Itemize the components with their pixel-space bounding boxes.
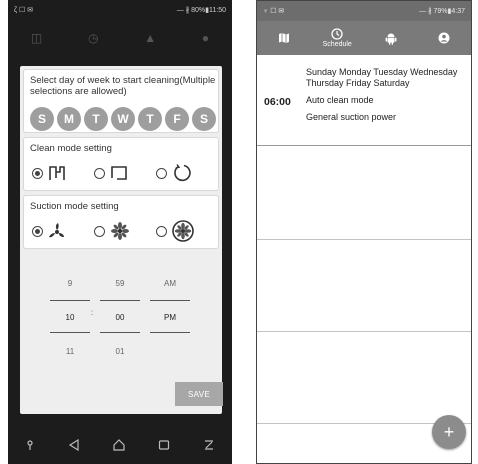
status-battery-time: — ∦ 79%▮4:37 bbox=[419, 8, 465, 15]
clean-mode-section: Clean mode setting bbox=[24, 138, 218, 190]
clean-mode-title: Clean mode setting bbox=[30, 143, 112, 154]
picker-divider bbox=[100, 332, 140, 333]
day-selector: S M T W T F S bbox=[30, 107, 216, 131]
status-notification-icons: ζ ☐ ✉ bbox=[14, 7, 34, 14]
suction-option-low[interactable] bbox=[32, 220, 94, 242]
day-section: Select day of week to start cleaning(Mul… bbox=[24, 70, 218, 132]
status-bar: ζ ☐ ✉ — ∦ 80%▮11:50 bbox=[8, 0, 232, 20]
picker-divider bbox=[150, 332, 190, 333]
account-icon bbox=[438, 32, 450, 44]
circle-arrow-icon bbox=[174, 164, 191, 182]
day-button-wednesday[interactable]: W bbox=[111, 107, 135, 131]
ampm-prev: AM bbox=[164, 278, 176, 288]
list-divider bbox=[257, 239, 471, 240]
minute-selected[interactable]: 00 bbox=[100, 300, 140, 334]
radio-selected[interactable] bbox=[32, 225, 43, 237]
map-icon: ◫ bbox=[30, 31, 43, 45]
home-icon[interactable] bbox=[113, 438, 125, 451]
clean-mode-option-circle[interactable] bbox=[156, 162, 218, 184]
tab-schedule-label: Schedule bbox=[322, 41, 352, 48]
app-tab-bar: Schedule bbox=[257, 21, 471, 55]
time-separator: : bbox=[91, 308, 94, 317]
status-battery-time: — ∦ 80%▮11:50 bbox=[176, 7, 226, 14]
day-button-tuesday[interactable]: T bbox=[84, 107, 108, 131]
minute-prev: 59 bbox=[115, 278, 125, 288]
android-nav-bar bbox=[8, 425, 232, 464]
add-schedule-button[interactable]: + bbox=[432, 415, 466, 449]
day-button-saturday[interactable]: S bbox=[192, 107, 216, 131]
schedule-clean-mode: Auto clean mode bbox=[306, 95, 374, 105]
schedule-days: Sunday Monday Tuesday Wednesday Thursday… bbox=[306, 67, 458, 88]
schedule-icon bbox=[331, 28, 343, 40]
day-section-title: Select day of week to start cleaning(Mul… bbox=[30, 75, 216, 97]
hour-wheel[interactable]: 9 10 11 bbox=[50, 266, 90, 368]
robot-icon bbox=[385, 33, 397, 45]
minute-next: 01 bbox=[115, 346, 125, 356]
hour-prev: 9 bbox=[67, 278, 73, 288]
picker-divider bbox=[100, 300, 140, 301]
day-button-monday[interactable]: M bbox=[57, 107, 81, 131]
suction-option-high[interactable] bbox=[156, 220, 218, 242]
tab-account[interactable] bbox=[419, 21, 469, 55]
time-picker[interactable]: 9 10 11 : 59 00 01 AM PM bbox=[50, 266, 200, 366]
picker-divider bbox=[50, 332, 90, 333]
hour-selected[interactable]: 10 bbox=[50, 300, 90, 334]
status-bar: ♀ ☐ ✉ — ∦ 79%▮4:37 bbox=[257, 1, 471, 21]
day-button-sunday[interactable]: S bbox=[30, 107, 54, 131]
back-icon[interactable] bbox=[68, 438, 80, 451]
day-button-friday[interactable]: F bbox=[165, 107, 189, 131]
mic-icon[interactable] bbox=[25, 439, 35, 451]
clean-mode-option-auto[interactable] bbox=[32, 162, 94, 184]
menu-icon[interactable] bbox=[203, 439, 215, 451]
schedule-time: 06:00 bbox=[264, 96, 291, 108]
list-divider bbox=[257, 331, 471, 332]
tab-robot[interactable] bbox=[366, 21, 416, 55]
account-icon: ● bbox=[201, 31, 210, 45]
suction-mode-title: Suction mode setting bbox=[30, 201, 119, 212]
schedule-details: Sunday Monday Tuesday Wednesday Thursday… bbox=[306, 67, 466, 123]
suction-mode-options bbox=[32, 220, 218, 242]
save-button[interactable]: SAVE bbox=[175, 382, 223, 406]
auto-path-icon bbox=[49, 166, 65, 180]
suction-mode-section: Suction mode setting bbox=[24, 196, 218, 248]
schedule-suction-power: General suction power bbox=[306, 112, 397, 122]
clean-mode-option-spot[interactable] bbox=[94, 162, 156, 184]
robot-icon: ▲ bbox=[144, 31, 157, 45]
radio-unselected[interactable] bbox=[94, 167, 105, 179]
clean-mode-options bbox=[32, 162, 218, 184]
suction-option-medium[interactable] bbox=[94, 220, 156, 242]
radio-selected[interactable] bbox=[32, 167, 43, 179]
fan-low-icon bbox=[49, 223, 64, 238]
radio-unselected[interactable] bbox=[94, 225, 105, 237]
ampm-wheel[interactable]: AM PM bbox=[150, 266, 190, 368]
schedule-dialog: Select day of week to start cleaning(Mul… bbox=[20, 66, 223, 414]
radio-unselected[interactable] bbox=[156, 167, 167, 179]
status-notification-icons: ♀ ☐ ✉ bbox=[263, 8, 285, 15]
schedule-icon: ◷ bbox=[87, 31, 99, 45]
schedule-entry[interactable]: 06:00 Sunday Monday Tuesday Wednesday Th… bbox=[257, 58, 471, 146]
map-icon bbox=[278, 33, 289, 43]
radio-unselected[interactable] bbox=[156, 225, 167, 237]
ampm-next bbox=[150, 334, 190, 368]
tab-schedule[interactable]: Schedule bbox=[312, 21, 362, 55]
left-phone-screen: ζ ☐ ✉ — ∦ 80%▮11:50 ◫ ◷ ▲ ● Select day o… bbox=[8, 0, 232, 464]
picker-divider bbox=[150, 300, 190, 301]
picker-divider bbox=[50, 300, 90, 301]
dimmed-toolbar: ◫ ◷ ▲ ● bbox=[8, 20, 232, 56]
spot-square-icon bbox=[111, 166, 127, 180]
fan-medium-icon bbox=[111, 222, 129, 240]
fan-high-icon bbox=[172, 220, 194, 242]
hour-next: 11 bbox=[65, 346, 75, 356]
recents-icon[interactable] bbox=[158, 439, 170, 451]
right-phone-screen: ♀ ☐ ✉ — ∦ 79%▮4:37 Schedule 06:00 Sunday… bbox=[256, 0, 472, 464]
minute-wheel[interactable]: 59 00 01 bbox=[100, 266, 140, 368]
ampm-selected[interactable]: PM bbox=[150, 300, 190, 334]
day-button-thursday[interactable]: T bbox=[138, 107, 162, 131]
tab-map[interactable] bbox=[259, 21, 309, 55]
